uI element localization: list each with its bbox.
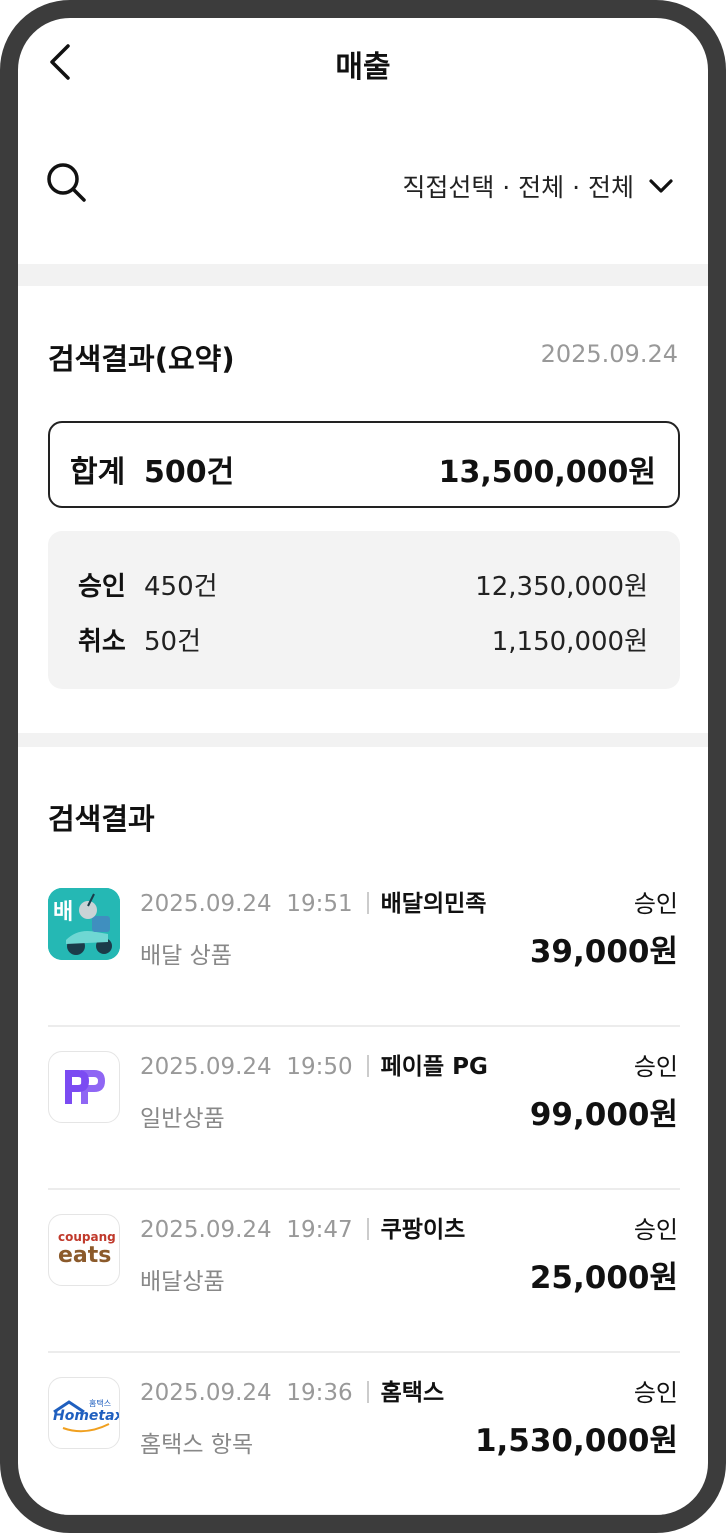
transaction-date: 2025.09.24 bbox=[140, 1054, 272, 1080]
transaction-meta: 2025.09.24 19:36 홈택스 bbox=[140, 1373, 444, 1407]
transaction-amount: 1,530,000원 bbox=[474, 1423, 678, 1459]
transaction-item[interactable]: 홈택스 Hometax 2025.09.24 19:36 홈택스 홈택스 항목 승… bbox=[48, 1353, 680, 1515]
total-amount: 13,500,000원 bbox=[438, 455, 656, 490]
divider bbox=[366, 1055, 369, 1077]
coupang-eats-logo: coupang eats bbox=[48, 1214, 120, 1286]
transaction-desc: 배달 상품 bbox=[140, 943, 232, 969]
summary-date: 2025.09.24 bbox=[540, 340, 678, 368]
transaction-desc: 일반상품 bbox=[140, 1106, 225, 1132]
search-icon bbox=[47, 163, 86, 202]
top-bar: 매출 bbox=[18, 18, 708, 108]
hometax-logo-text: Hometax bbox=[53, 1408, 120, 1424]
results-title: 검색결과 bbox=[48, 802, 155, 836]
payple-logo bbox=[48, 1051, 120, 1123]
transaction-time: 19:47 bbox=[286, 1217, 353, 1243]
section-divider bbox=[18, 264, 708, 286]
phone-frame: 매출 직접선택 · 전체 · 전체 검색결과(요약) 2025.09.24 합계… bbox=[0, 0, 726, 1533]
merchant-name: 페이플 PG bbox=[380, 1054, 488, 1080]
transaction-desc: 홈택스 항목 bbox=[140, 1432, 254, 1458]
hometax-logo: 홈택스 Hometax bbox=[48, 1377, 120, 1449]
approved-row: 승인 450건 12,350,000원 bbox=[78, 566, 648, 602]
merchant-name: 홈택스 bbox=[380, 1380, 445, 1406]
approved-count: 450건 bbox=[144, 572, 218, 602]
breakdown-box: 승인 450건 12,350,000원 취소 50건 1,150,000원 bbox=[48, 531, 680, 689]
transaction-item[interactable]: coupang eats 2025.09.24 19:47 쿠팡이츠 배달상품 승… bbox=[48, 1190, 680, 1353]
transaction-amount: 25,000원 bbox=[529, 1260, 678, 1296]
merchant-name: 배달의민족 bbox=[380, 891, 487, 917]
transaction-amount: 39,000원 bbox=[529, 934, 678, 970]
total-summary-box: 합계 500건 13,500,000원 bbox=[48, 421, 680, 508]
transaction-status: 승인 bbox=[633, 1053, 678, 1081]
approved-amount: 12,350,000원 bbox=[475, 572, 648, 602]
transaction-amount: 99,000원 bbox=[529, 1097, 678, 1133]
chevron-down-icon bbox=[649, 179, 673, 193]
approved-label: 승인 bbox=[78, 572, 126, 602]
search-button[interactable] bbox=[44, 160, 90, 206]
filter-dropdown[interactable]: 직접선택 · 전체 · 전체 bbox=[402, 168, 674, 204]
eats-logo-text: eats bbox=[58, 1243, 112, 1268]
page-title: 매출 bbox=[335, 50, 391, 85]
total-count: 500건 bbox=[144, 455, 235, 490]
cancelled-label: 취소 bbox=[78, 627, 126, 657]
transaction-time: 19:51 bbox=[286, 891, 353, 917]
merchant-name: 쿠팡이츠 bbox=[380, 1217, 466, 1243]
transaction-date: 2025.09.24 bbox=[140, 1380, 272, 1406]
baemin-logo: 배 bbox=[48, 888, 120, 960]
transaction-meta: 2025.09.24 19:50 페이플 PG bbox=[140, 1047, 488, 1081]
cancelled-count: 50건 bbox=[144, 627, 202, 657]
cancelled-row: 취소 50건 1,150,000원 bbox=[78, 621, 648, 657]
transaction-item[interactable]: 2025.09.24 19:50 페이플 PG 일반상품 승인 99,000원 bbox=[48, 1027, 680, 1190]
divider bbox=[366, 892, 369, 914]
total-label: 합계 bbox=[70, 455, 126, 490]
transaction-item[interactable]: 배 2025.09.24 19:51 배달의민족 배달 상품 승인 39,000원 bbox=[48, 864, 680, 1027]
section-divider bbox=[18, 733, 708, 747]
transaction-status: 승인 bbox=[633, 1379, 678, 1407]
transaction-status: 승인 bbox=[633, 1216, 678, 1244]
screen: 매출 직접선택 · 전체 · 전체 검색결과(요약) 2025.09.24 합계… bbox=[18, 18, 708, 1515]
summary-title: 검색결과(요약) bbox=[48, 342, 235, 376]
transaction-meta: 2025.09.24 19:51 배달의민족 bbox=[140, 884, 486, 918]
baemin-logo-text: 배 bbox=[53, 900, 74, 925]
cancelled-amount: 1,150,000원 bbox=[491, 627, 648, 657]
coupang-logo-text: coupang bbox=[58, 1230, 116, 1244]
divider bbox=[366, 1218, 369, 1240]
filter-label: 직접선택 · 전체 · 전체 bbox=[402, 173, 634, 202]
transaction-meta: 2025.09.24 19:47 쿠팡이츠 bbox=[140, 1210, 465, 1244]
transaction-date: 2025.09.24 bbox=[140, 1217, 272, 1243]
transaction-desc: 배달상품 bbox=[140, 1269, 225, 1295]
divider bbox=[366, 1381, 369, 1403]
transaction-date: 2025.09.24 bbox=[140, 891, 272, 917]
transaction-time: 19:36 bbox=[286, 1380, 353, 1406]
transaction-status: 승인 bbox=[633, 890, 678, 918]
transaction-time: 19:50 bbox=[286, 1054, 353, 1080]
